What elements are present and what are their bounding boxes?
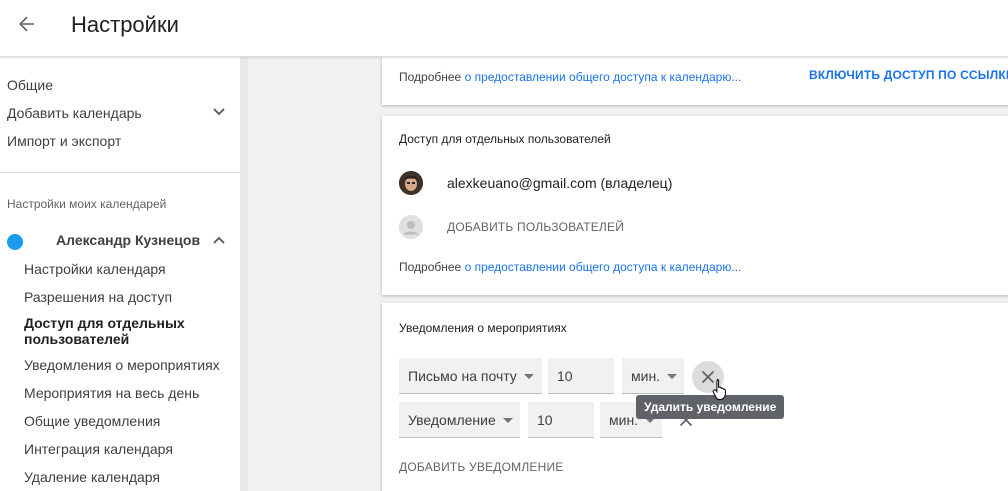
add-people-button[interactable]: ДОБАВИТЬ ПОЛЬЗОВАТЕЛЕЙ [447,220,624,234]
chevron-up-icon[interactable] [212,235,226,245]
add-person-icon [399,215,423,239]
learn-more-prefix: Подробнее [399,70,462,84]
notification-type-select[interactable]: Уведомление [399,402,520,438]
sidebar-item-remove-calendar[interactable]: Удаление календаря [24,469,160,485]
arrow-back-icon [19,16,34,32]
learn-more-prefix: Подробнее [399,260,462,274]
learn-more-text: Подробнее о предоставлении общего доступ… [399,70,741,84]
remove-notification-tooltip: Удалить уведомление [636,395,785,419]
app-header: Настройки [0,0,1008,57]
calendar-color-dot [7,234,23,250]
learn-more-link[interactable]: о предоставлении общего доступа к календ… [465,260,742,274]
sidebar-item-general-notifications[interactable]: Общие уведомления [24,413,160,429]
back-button[interactable] [12,9,42,39]
sidebar-item-share-with-people[interactable]: Доступ для отдельных пользователей [24,315,185,347]
sidebar-item-import-export[interactable]: Импорт и экспорт [7,133,121,149]
sidebar-item-calendar-settings[interactable]: Настройки календаря [24,261,166,277]
hand-cursor-icon [712,379,726,400]
sidebar-item-integrate-calendar[interactable]: Интеграция календаря [24,441,173,457]
sidebar-item-label-line1: Доступ для отдельных [24,315,185,331]
sidebar-divider [0,172,240,173]
card-title: Уведомления о мероприятиях [399,321,567,335]
notification-unit-value: мин. [609,412,639,428]
sidebar-item-access-permissions[interactable]: Разрешения на доступ [24,289,172,305]
main-content: Подробнее о предоставлении общего доступ… [248,57,1008,491]
card-title: Доступ для отдельных пользователей [399,132,611,146]
chevron-down-icon[interactable] [212,107,226,117]
learn-more-link[interactable]: о предоставлении общего доступа к календ… [465,70,742,84]
enable-link-sharing-button[interactable]: ВКЛЮЧИТЬ ДОСТУП ПО ССЫЛКЕ [809,68,1008,82]
dropdown-caret-icon [503,418,513,423]
notification-unit-value: мин. [631,368,661,384]
owner-email: alexkeuano@gmail.com (владелец) [447,175,673,191]
share-people-card: Доступ для отдельных пользователей alexk… [382,116,1008,295]
sidebar-section-title: Настройки моих календарей [7,197,167,211]
add-notification-button[interactable]: ДОБАВИТЬ УВЕДОМЛЕНИЕ [399,460,564,474]
dropdown-caret-icon [667,374,677,379]
notification-time-input[interactable]: 10 [528,402,594,438]
learn-more-text: Подробнее о предоставлении общего доступ… [399,260,741,274]
notification-type-value: Письмо на почту [408,368,517,384]
page-title: Настройки [71,12,179,37]
sidebar-item-all-day-events[interactable]: Мероприятия на весь день [24,385,199,401]
link-access-card: Подробнее о предоставлении общего доступ… [382,57,1008,105]
sidebar-item-label-line2: пользователей [24,331,130,347]
notification-type-select[interactable]: Письмо на почту [399,358,542,394]
notification-time-input[interactable]: 10 [548,358,614,394]
sidebar-item-general[interactable]: Общие [7,77,53,93]
sidebar-item-add-calendar[interactable]: Добавить календарь [7,105,142,121]
calendar-name[interactable]: Александр Кузнецов [56,232,200,248]
notification-type-value: Уведомление [408,412,496,428]
sidebar-item-event-notifications[interactable]: Уведомления о мероприятиях [24,357,220,373]
sidebar: Общие Добавить календарь Импорт и экспор… [0,57,240,491]
avatar [399,171,423,195]
notification-unit-select[interactable]: мин. [622,358,684,394]
sidebar-scrollbar[interactable] [240,57,248,491]
dropdown-caret-icon [524,374,534,379]
